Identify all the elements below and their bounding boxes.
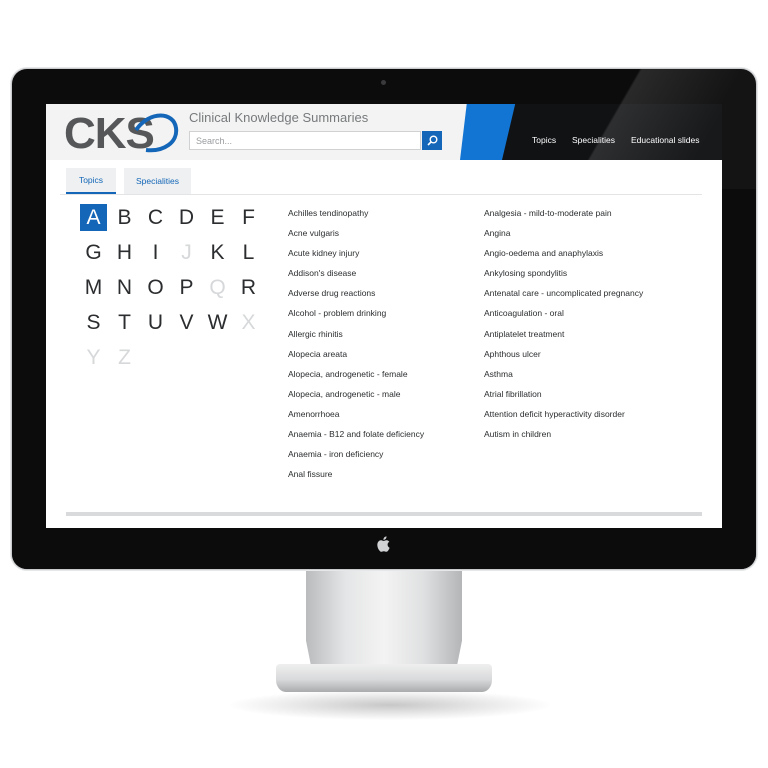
topic-link[interactable]: Anaemia - B12 and folate deficiency [288,428,424,448]
letter-z: Z [118,345,131,369]
tab-topics[interactable]: Topics [66,168,116,194]
topic-list-column-2: Analgesia - mild-to-moderate pain Angina A… [484,207,643,448]
letter-i[interactable]: I [142,239,169,266]
search-icon [426,135,437,146]
letter-j: J [181,240,192,264]
topic-link[interactable]: Autism in children [484,428,643,448]
nav-specialities-link[interactable]: Specialities [572,135,615,145]
letter-g[interactable]: G [80,239,107,266]
topic-link[interactable]: Alcohol - problem drinking [288,307,424,327]
topic-link[interactable]: Aphthous ulcer [484,348,643,368]
topic-link[interactable]: Acne vulgaris [288,227,424,247]
topic-link[interactable]: Angina [484,227,643,247]
topic-link[interactable]: Amenorrhoea [288,408,424,428]
topic-link[interactable]: Antiplatelet treatment [484,328,643,348]
logo-text: CKS [64,110,154,154]
letter-d[interactable]: D [173,204,200,231]
monitor-stand [306,560,462,672]
letter-e[interactable]: E [204,204,231,231]
letter-a[interactable]: A [80,204,107,231]
topic-list-column-1: Achilles tendinopathy Acne vulgaris Acute … [288,207,424,488]
letter-s[interactable]: S [80,309,107,336]
letter-m[interactable]: M [80,274,107,301]
site-title: Clinical Knowledge Summaries [189,110,369,125]
letter-b[interactable]: B [111,204,138,231]
topic-link[interactable]: Anticoagulation - oral [484,307,643,327]
screen: CKS Clinical Knowledge Summaries Topics … [46,104,722,528]
topic-link[interactable]: Anal fissure [288,468,424,488]
letter-c[interactable]: C [142,204,169,231]
topic-link[interactable]: Adverse drug reactions [288,287,424,307]
topic-link[interactable]: Angio-oedema and anaphylaxis [484,247,643,267]
search-button[interactable] [422,131,442,150]
cks-logo[interactable]: CKS [64,110,179,154]
topic-link[interactable]: Alopecia, androgenetic - female [288,368,424,388]
letter-o[interactable]: O [142,274,169,301]
letter-p[interactable]: P [173,274,200,301]
topic-link[interactable]: Acute kidney injury [288,247,424,267]
topic-link[interactable]: Asthma [484,368,643,388]
letter-l[interactable]: L [235,239,262,266]
header-nav-area [502,104,722,160]
nav-topics-link[interactable]: Topics [532,135,556,145]
letter-y: Y [86,345,101,369]
letter-u[interactable]: U [142,309,169,336]
topic-link[interactable]: Alopecia areata [288,348,424,368]
letter-v[interactable]: V [173,309,200,336]
letter-k[interactable]: K [204,239,231,266]
monitor-stand-base [276,664,492,692]
letter-r[interactable]: R [235,274,262,301]
alphabet-index: ABCDEF GHIJKL MNOPQR STUVWX YZ [80,204,270,379]
topic-link[interactable]: Allergic rhinitis [288,328,424,348]
letter-n[interactable]: N [111,274,138,301]
stand-shadow [230,690,550,720]
topic-link[interactable]: Atrial fibrillation [484,388,643,408]
apple-logo-icon [377,536,390,552]
topic-link[interactable]: Anaemia - iron deficiency [288,448,424,468]
topic-link[interactable]: Alopecia, androgenetic - male [288,388,424,408]
letter-q: Q [209,275,226,299]
topic-link[interactable]: Ankylosing spondylitis [484,267,643,287]
topic-link[interactable]: Analgesia - mild-to-moderate pain [484,207,643,227]
letter-w[interactable]: W [204,309,231,336]
tabs-divider [60,194,702,195]
letter-x: X [241,310,256,334]
search-input[interactable] [189,131,421,150]
letter-h[interactable]: H [111,239,138,266]
topic-link[interactable]: Achilles tendinopathy [288,207,424,227]
scroll-track [66,512,702,516]
topic-link[interactable]: Antenatal care - uncomplicated pregnancy [484,287,643,307]
letter-f[interactable]: F [235,204,262,231]
topic-link[interactable]: Attention deficit hyperactivity disorder [484,408,643,428]
camera-icon [381,80,386,85]
letter-t[interactable]: T [111,309,138,336]
tab-specialities[interactable]: Specialities [124,168,191,194]
topic-link[interactable]: Addison's disease [288,267,424,287]
nav-educational-slides-link[interactable]: Educational slides [631,135,700,145]
